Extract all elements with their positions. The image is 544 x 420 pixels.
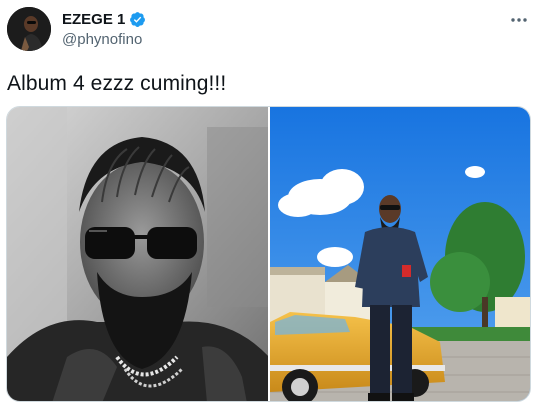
more-options-button[interactable] [508,10,530,30]
photo-man-with-yellow-car[interactable] [270,107,530,401]
display-name[interactable]: EZEGE 1 [62,11,125,28]
verified-badge-icon [129,11,146,28]
photo-bw-portrait[interactable] [7,107,268,401]
user-handle[interactable]: @phynofino [62,31,146,48]
avatar-image [7,7,51,51]
media-grid [6,106,531,402]
avatar[interactable] [7,7,51,51]
tweet-text: Album 4 ezzz cuming!!! [7,72,227,95]
more-horizontal-icon [511,18,527,22]
tweet-card[interactable]: EZEGE 1 @phynofino Album 4 ezzz cuming!!… [0,0,544,420]
